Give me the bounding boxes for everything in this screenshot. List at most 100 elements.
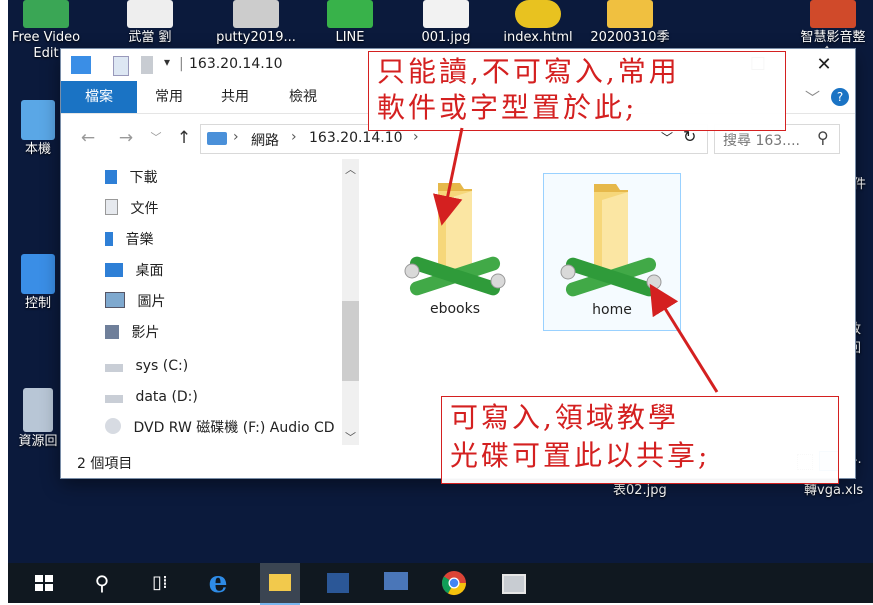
annotation-line: 光碟可置此以共享; xyxy=(450,439,711,472)
scrollbar-thumb[interactable] xyxy=(342,301,359,381)
window-title: 163.20.14.10 xyxy=(189,56,283,72)
desktop-icon-label: 控制 xyxy=(24,296,51,311)
file-icon xyxy=(607,0,653,28)
address-dropdown-icon[interactable]: ﹀ xyxy=(661,129,673,146)
nav-item-label: data (D:) xyxy=(135,389,198,405)
properties-icon[interactable] xyxy=(113,56,129,76)
videos-icon xyxy=(105,325,119,339)
desktop-icon-line[interactable]: LINE xyxy=(308,0,392,46)
desktop-icon-control-panel[interactable]: 控制 xyxy=(12,254,64,312)
desktop-icon-label: 武當 劉 xyxy=(128,30,172,45)
desktop-icon-label: index.html xyxy=(503,30,573,45)
scroll-up-icon[interactable]: ︿ xyxy=(345,161,356,177)
chrome-icon[interactable] xyxy=(438,567,470,599)
word-icon[interactable] xyxy=(322,567,354,599)
explorer-app-icon xyxy=(71,56,91,74)
nav-item-drive-d[interactable]: data (D:) xyxy=(105,384,198,410)
annotation-line: 只能讀,不可寫入,常用 xyxy=(377,55,680,88)
file-explorer-icon[interactable] xyxy=(260,563,300,605)
nav-item-dvd-drive[interactable]: DVD RW 磁碟機 (F:) Audio CD xyxy=(105,415,335,441)
breadcrumb-separator: › xyxy=(291,129,297,145)
remote-desktop-icon[interactable] xyxy=(496,567,528,599)
nav-item-label: 影片 xyxy=(131,325,160,341)
up-button[interactable]: ↑ xyxy=(173,127,195,149)
search-placeholder: 搜尋 163.... xyxy=(723,133,800,149)
folder-label: home xyxy=(592,302,632,318)
annotation-line: 軟件或字型置於此; xyxy=(377,91,638,124)
desktop-icon-file[interactable]: 武當 劉 xyxy=(108,0,192,46)
nav-item-desktop[interactable]: 桌面 xyxy=(105,258,163,284)
recent-locations-icon[interactable]: ﹀ xyxy=(145,127,167,149)
breadcrumb-network[interactable]: 網路 xyxy=(251,130,279,150)
recycle-bin-icon xyxy=(23,388,53,432)
new-folder-icon[interactable] xyxy=(141,56,153,74)
file-icon xyxy=(127,0,173,28)
help-icon[interactable]: ? xyxy=(831,88,849,106)
nav-item-downloads[interactable]: 下載 xyxy=(105,165,157,191)
close-button[interactable]: ✕ xyxy=(801,49,847,81)
desktop-icon-file2[interactable]: 20200310季 xyxy=(588,0,672,46)
dvd-icon xyxy=(105,418,121,434)
tab-view[interactable]: 檢視 xyxy=(279,81,327,113)
nav-item-label: 下載 xyxy=(129,170,158,186)
quick-access-dropdown-icon[interactable]: ▾ xyxy=(164,55,170,69)
computer-icon xyxy=(21,100,55,140)
desktop-icon-html[interactable]: index.html xyxy=(496,0,580,46)
scroll-down-icon[interactable]: ﹀ xyxy=(345,429,356,445)
annotation-read-only: 只能讀,不可寫入,常用 軟件或字型置於此; xyxy=(368,51,786,131)
nav-item-label: 桌面 xyxy=(135,263,164,279)
search-icon[interactable]: ⚲ xyxy=(86,567,118,599)
line-icon xyxy=(327,0,373,28)
nav-item-drive-c[interactable]: sys (C:) xyxy=(105,353,188,379)
nav-item-documents[interactable]: 文件 xyxy=(105,196,158,222)
monitor-glyph xyxy=(384,572,408,590)
folder-ebooks[interactable]: ebooks xyxy=(387,173,523,329)
desktop-icon-putty[interactable]: putty2019... xyxy=(214,0,298,46)
ribbon-expand-icon[interactable]: ﹀ xyxy=(805,87,820,108)
edge-icon[interactable]: e xyxy=(202,567,234,599)
folder-home[interactable]: home xyxy=(543,173,681,331)
nav-item-videos[interactable]: 影片 xyxy=(105,320,159,346)
control-panel-icon xyxy=(21,254,55,294)
desktop-icon-recycle-bin[interactable]: 資源回 xyxy=(12,388,64,450)
desktop-icon-label: 本機 xyxy=(24,142,51,157)
drive-icon xyxy=(105,364,123,372)
annotation-line: 可寫入,領域教學 xyxy=(450,401,679,434)
taskbar: ⚲ ▯⁞ e xyxy=(8,563,873,605)
network-icon xyxy=(207,132,227,145)
pictures-icon xyxy=(105,292,125,308)
document-icon xyxy=(105,199,118,215)
word-glyph xyxy=(327,573,349,593)
tab-file[interactable]: 檔案 xyxy=(61,81,137,113)
search-icon: ⚲ xyxy=(817,128,829,147)
tab-home[interactable]: 常用 xyxy=(145,81,193,113)
navigation-pane: 下載 文件 音樂 桌面 圖片 影片 sys (C:) data (D:) DVD… xyxy=(61,159,361,445)
image-icon xyxy=(423,0,469,28)
folder-label: ebooks xyxy=(429,301,481,317)
start-icon[interactable] xyxy=(28,567,60,599)
back-button[interactable]: ← xyxy=(77,127,99,149)
nav-item-label: sys (C:) xyxy=(135,358,189,374)
nav-item-pictures[interactable]: 圖片 xyxy=(105,289,165,315)
forward-button[interactable]: → xyxy=(115,127,137,149)
navigation-scrollbar[interactable]: ︿ ﹀ xyxy=(342,159,359,445)
nav-item-music[interactable]: 音樂 xyxy=(105,227,153,253)
network-app-icon[interactable] xyxy=(380,567,412,599)
nav-item-label: 音樂 xyxy=(125,232,154,248)
nav-item-label: 文件 xyxy=(130,201,159,217)
download-icon xyxy=(105,170,117,184)
desktop-icon-label: LINE xyxy=(335,30,365,45)
status-bar-text: 2 個項目 xyxy=(77,456,133,472)
desktop-icon-label: 20200310季 xyxy=(590,30,670,45)
desktop-icon-this-pc[interactable]: 本機 xyxy=(12,100,64,158)
desktop-icon-label: 001.jpg xyxy=(421,30,471,45)
drive-icon xyxy=(105,395,123,403)
folder-glyph xyxy=(269,574,291,591)
desktop-icon-label: putty2019... xyxy=(216,30,296,45)
desktop-icon-jpg[interactable]: 001.jpg xyxy=(404,0,488,46)
tab-share[interactable]: 共用 xyxy=(211,81,259,113)
network-share-folder-icon xyxy=(404,183,506,296)
task-view-icon[interactable]: ▯⁞ xyxy=(144,567,176,599)
breadcrumb-host[interactable]: 163.20.14.10 xyxy=(309,130,403,146)
app-icon xyxy=(23,0,69,28)
